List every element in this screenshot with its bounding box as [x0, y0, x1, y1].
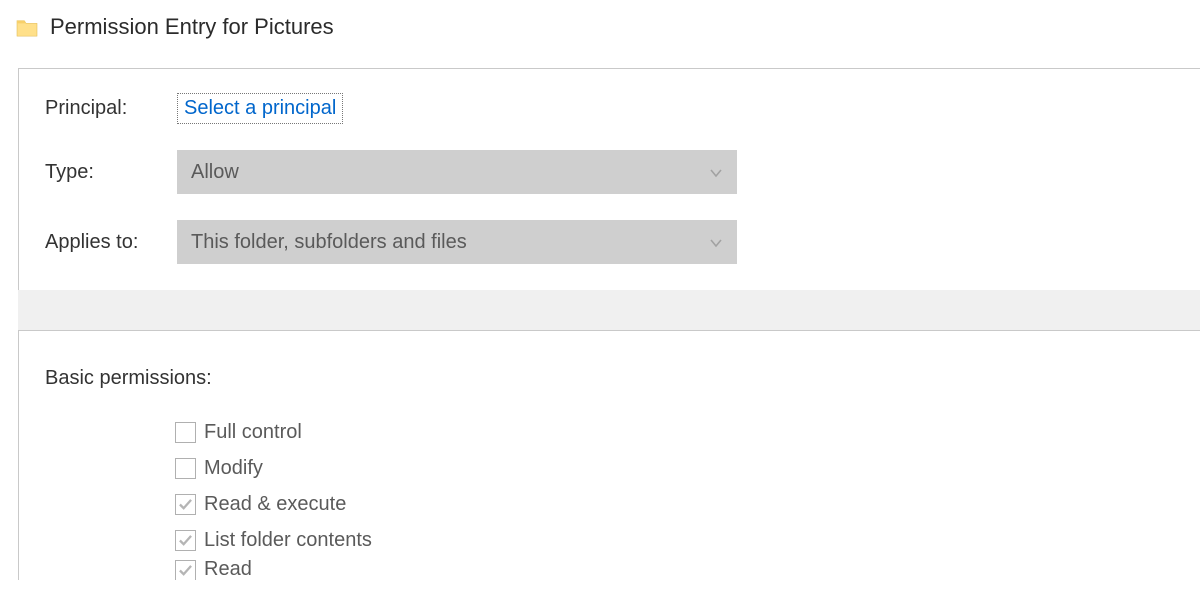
type-dropdown-value: Allow	[191, 161, 239, 184]
applies-to-dropdown-value: This folder, subfolders and files	[191, 231, 467, 254]
permission-item-list-folder: List folder contents	[175, 522, 1174, 558]
applies-to-row: Applies to: This folder, subfolders and …	[45, 220, 1174, 264]
folder-icon	[16, 17, 38, 37]
checkbox-full-control[interactable]	[175, 422, 196, 443]
checkbox-read[interactable]	[175, 560, 196, 580]
permission-item-modify: Modify	[175, 450, 1174, 486]
principal-row: Principal: Select a principal	[45, 93, 1174, 124]
checkbox-modify[interactable]	[175, 458, 196, 479]
principal-label: Principal:	[45, 97, 177, 120]
permissions-panel: Basic permissions: Full control Modify R…	[18, 330, 1200, 580]
title-bar: Permission Entry for Pictures	[0, 0, 1200, 56]
window-title: Permission Entry for Pictures	[50, 14, 334, 40]
applies-to-label: Applies to:	[45, 231, 177, 254]
permission-item-read-execute: Read & execute	[175, 486, 1174, 522]
permission-item-full-control: Full control	[175, 414, 1174, 450]
chevron-down-icon	[709, 161, 723, 184]
basic-permissions-label: Basic permissions:	[45, 367, 1174, 390]
type-row: Type: Allow	[45, 150, 1174, 194]
type-label: Type:	[45, 161, 177, 184]
permission-label: Full control	[204, 421, 302, 444]
permission-label: List folder contents	[204, 529, 372, 552]
checkbox-list-folder[interactable]	[175, 530, 196, 551]
type-dropdown[interactable]: Allow	[177, 150, 737, 194]
applies-to-dropdown[interactable]: This folder, subfolders and files	[177, 220, 737, 264]
permissions-list: Full control Modify Read & execute List …	[175, 414, 1174, 580]
select-principal-link[interactable]: Select a principal	[177, 93, 343, 124]
permission-label: Read	[204, 558, 252, 580]
chevron-down-icon	[709, 231, 723, 254]
checkbox-read-execute[interactable]	[175, 494, 196, 515]
panel-gap	[18, 290, 1200, 330]
permission-label: Modify	[204, 457, 263, 480]
permission-label: Read & execute	[204, 493, 346, 516]
principal-panel: Principal: Select a principal Type: Allo…	[18, 68, 1200, 290]
permission-item-read: Read	[175, 558, 1174, 580]
